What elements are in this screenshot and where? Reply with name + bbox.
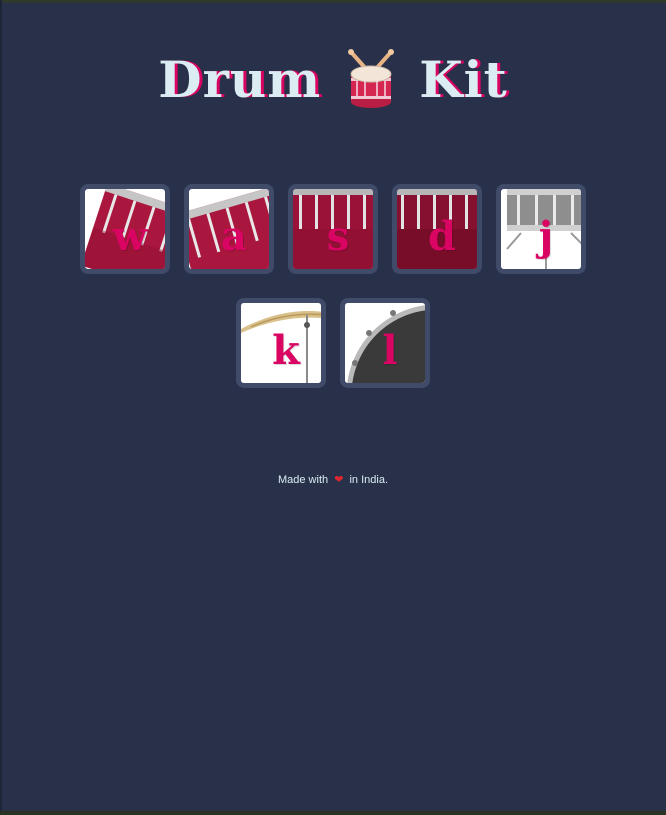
window-left-edge <box>0 0 2 815</box>
drum-key-s[interactable]: s <box>288 184 378 274</box>
drum-icon <box>343 48 399 110</box>
key-letter-j: j <box>538 212 554 260</box>
window-top-bar <box>0 0 666 3</box>
drum-key-d[interactable]: d <box>392 184 482 274</box>
key-letter-d: d <box>428 212 456 260</box>
drum-set-row-2: k l <box>0 298 666 388</box>
drum-set-row-1: w a s d j <box>0 184 666 274</box>
footer: Made with ❤ in India. <box>0 473 666 486</box>
footer-prefix: Made with <box>277 474 329 486</box>
key-letter-s: s <box>326 212 350 260</box>
heart-icon: ❤ <box>334 474 344 486</box>
drum-key-l[interactable]: l <box>340 298 430 388</box>
title-word-kit: Kit <box>419 49 508 109</box>
drum-key-w[interactable]: w <box>80 184 170 274</box>
key-letter-w: w <box>112 212 148 260</box>
key-letter-l: l <box>382 326 398 374</box>
window-bottom-bar <box>0 811 666 815</box>
key-letter-k: k <box>272 326 300 374</box>
drum-key-a[interactable]: a <box>184 184 274 274</box>
footer-suffix: in India. <box>349 474 388 486</box>
drum-key-k[interactable]: k <box>236 298 326 388</box>
drum-key-j[interactable]: j <box>496 184 586 274</box>
title-word-drum: Drum <box>158 49 322 109</box>
page-title: Drum Kit <box>0 48 666 110</box>
key-letter-a: a <box>221 212 247 260</box>
